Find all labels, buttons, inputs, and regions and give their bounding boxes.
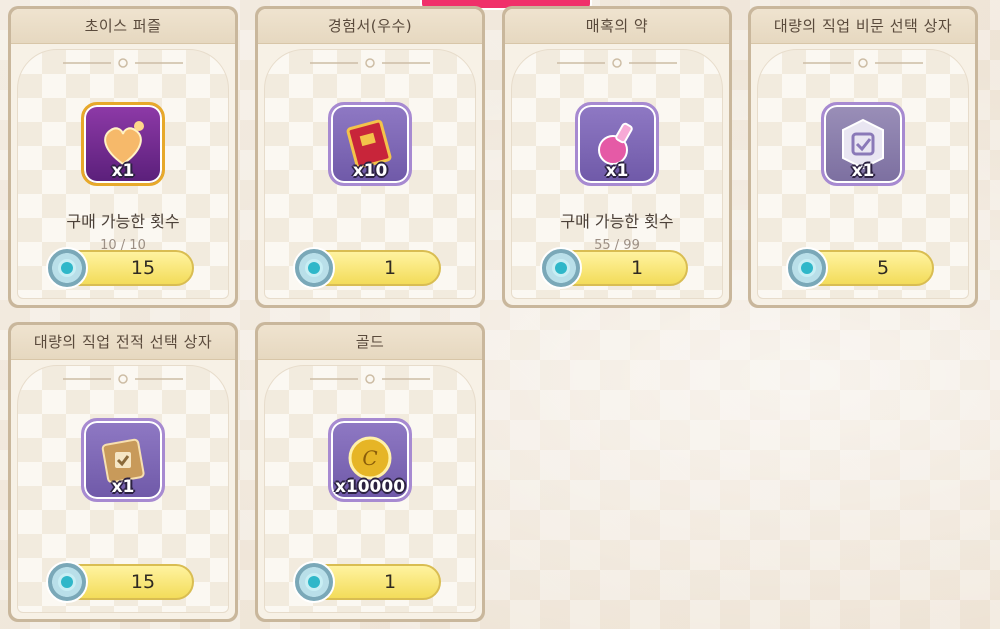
item-title: 대량의 직업 전적 선택 상자 [11,325,235,360]
cog-gem-icon [540,247,582,289]
purchase-limit-label: 구매 가능한 횟수 [66,212,180,231]
price-label: 5 [876,257,890,279]
ornament-divider [310,374,430,384]
item-quantity: x10 [352,161,388,181]
item-quantity: x10000 [334,477,406,497]
item-body: x1 구매 가능한 횟수 55 / 99 1 [511,49,723,299]
price-label: 1 [383,571,397,593]
item-title: 골드 [258,325,482,360]
cog-gem-icon [293,247,335,289]
price-label: 15 [130,257,156,279]
svg-text:C: C [362,446,377,470]
price-label: 15 [130,571,156,593]
shop-item-card[interactable]: 매혹의 약 x1 구매 가능한 횟수 55 / 99 1 [502,6,732,308]
item-quantity: x1 [605,161,629,181]
shop-item-card[interactable]: 대량의 직업 전적 선택 상자 x1 15 [8,322,238,622]
item-body: x10 1 [264,49,476,299]
item-quantity: x1 [111,477,135,497]
item-body: C x10000 1 [264,365,476,613]
item-title: 초이스 퍼즐 [11,9,235,44]
buy-button[interactable]: 1 [540,247,688,289]
buy-button[interactable]: 15 [46,247,194,289]
item-icon-frame[interactable]: x1 [821,102,905,186]
item-body: x1 구매 가능한 횟수 10 / 10 15 [17,49,229,299]
item-body: x1 5 [757,49,969,299]
buy-button[interactable]: 15 [46,561,194,603]
item-quantity: x1 [851,161,875,181]
item-icon-frame[interactable]: x1 [575,102,659,186]
cog-gem-icon [293,561,335,603]
shop-item-card[interactable]: 초이스 퍼즐 x1 구매 가능한 횟수 10 / 10 15 [8,6,238,308]
buy-button[interactable]: 5 [786,247,934,289]
item-body: x1 15 [17,365,229,613]
item-title: 매혹의 약 [505,9,729,44]
item-quantity: x1 [111,161,135,181]
item-title: 경험서(우수) [258,9,482,44]
price-label: 1 [383,257,397,279]
item-icon-frame[interactable]: x1 [81,102,165,186]
ornament-divider [557,58,677,68]
cog-gem-icon [786,247,828,289]
purchase-limit-label: 구매 가능한 횟수 [560,212,674,231]
item-icon-frame[interactable]: x1 [81,418,165,502]
shop-item-card[interactable]: 경험서(우수) x10 1 [255,6,485,308]
ornament-divider [63,374,183,384]
item-title: 대량의 직업 비문 선택 상자 [751,9,975,44]
buy-button[interactable]: 1 [293,247,441,289]
item-icon-frame[interactable]: x10 [328,102,412,186]
ornament-divider [63,58,183,68]
shop-item-card[interactable]: 대량의 직업 비문 선택 상자 x1 5 [748,6,978,308]
ornament-divider [310,58,430,68]
cog-gem-icon [46,561,88,603]
cog-gem-icon [46,247,88,289]
price-label: 1 [630,257,644,279]
buy-button[interactable]: 1 [293,561,441,603]
shop-item-card[interactable]: 골드 C x10000 1 [255,322,485,622]
ornament-divider [803,58,923,68]
item-icon-frame[interactable]: C x10000 [328,418,412,502]
